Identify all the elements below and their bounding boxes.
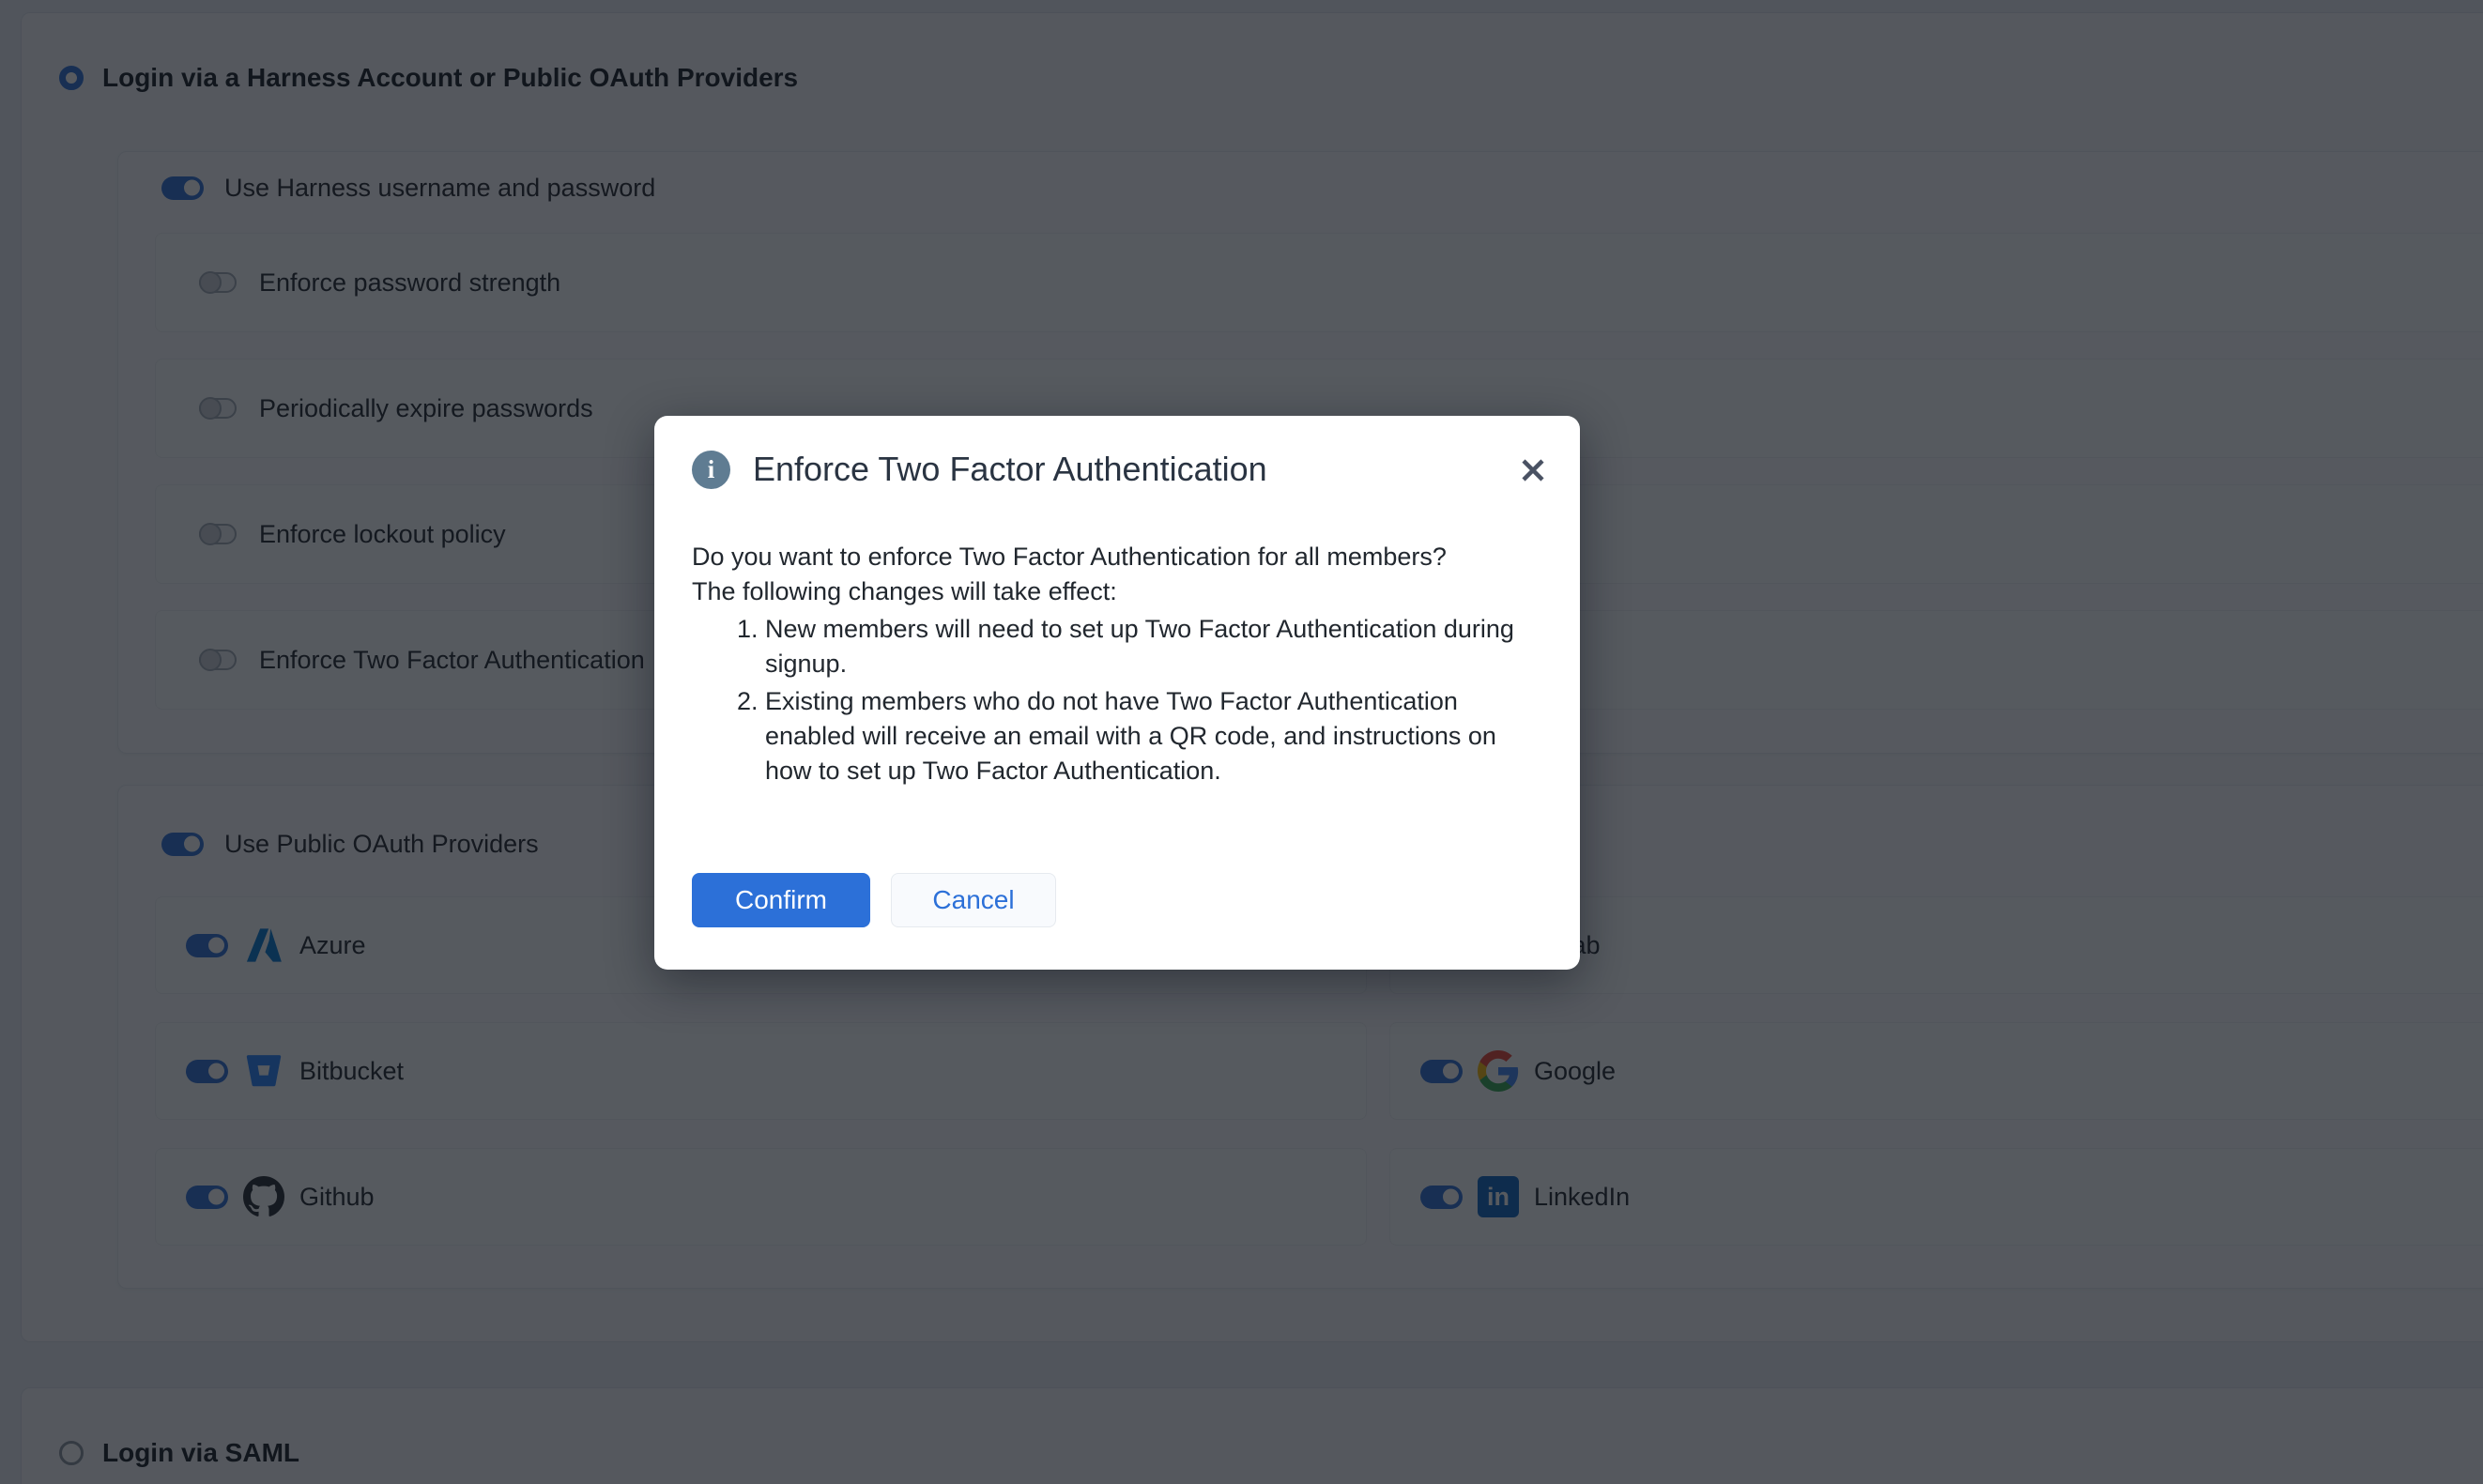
dialog-change-list: New members will need to set up Two Fact… <box>692 612 1524 791</box>
dialog-body: Do you want to enforce Two Factor Authen… <box>692 540 1542 609</box>
enforce-2fa-dialog: i Enforce Two Factor Authentication Do y… <box>654 416 1580 970</box>
dialog-header: i Enforce Two Factor Authentication <box>692 450 1490 489</box>
info-icon: i <box>692 451 730 489</box>
list-item: New members will need to set up Two Fact… <box>765 612 1524 681</box>
close-icon[interactable] <box>1516 453 1550 487</box>
authentication-settings-page: Login via a Harness Account or Public OA… <box>0 0 2483 1484</box>
dialog-body-line: The following changes will take effect: <box>692 574 1542 609</box>
dialog-title: Enforce Two Factor Authentication <box>753 450 1267 489</box>
confirm-button[interactable]: Confirm <box>692 873 870 927</box>
cancel-button[interactable]: Cancel <box>891 873 1056 927</box>
list-item: Existing members who do not have Two Fac… <box>765 684 1524 788</box>
dialog-body-line: Do you want to enforce Two Factor Authen… <box>692 540 1542 574</box>
dialog-actions: Confirm Cancel <box>692 873 1056 927</box>
